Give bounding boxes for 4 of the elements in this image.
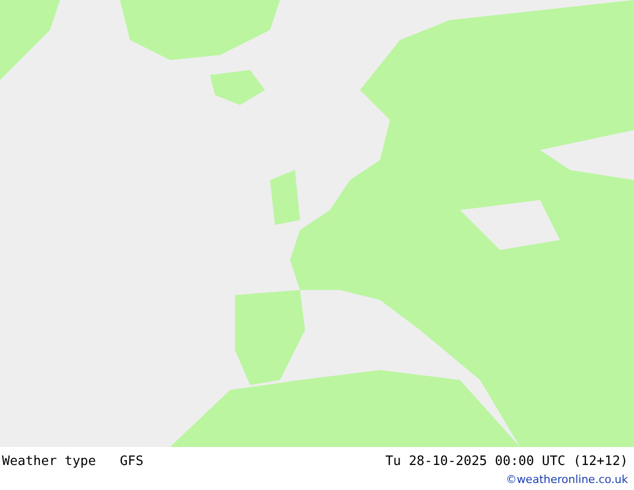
valid-time: Tu 28-10-2025 00:00 UTC (12+12): [385, 454, 628, 468]
map-title: Weather type: [2, 454, 96, 468]
model-name: GFS: [120, 454, 144, 468]
credit-link[interactable]: ©weatheronline.co.uk: [506, 473, 628, 486]
